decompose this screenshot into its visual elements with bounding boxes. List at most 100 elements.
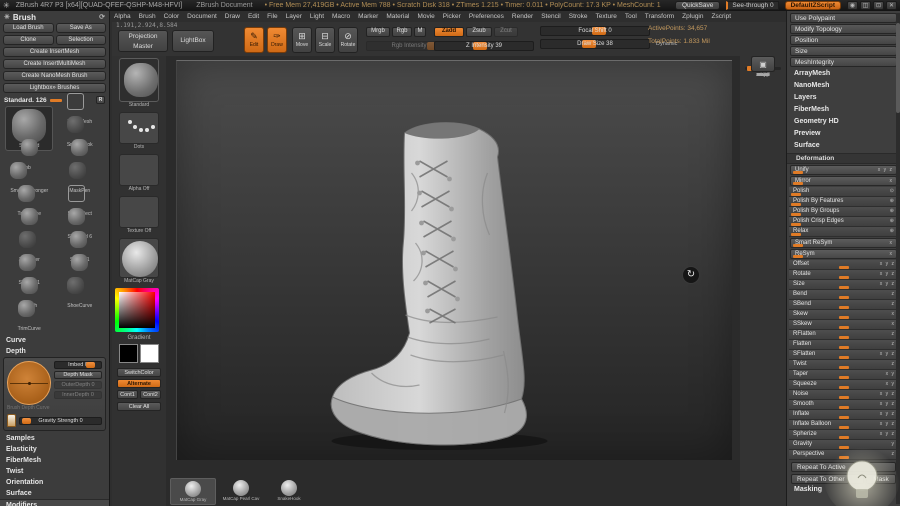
deformation-row[interactable]: Mirror x	[790, 176, 897, 186]
menu-item[interactable]: Document	[187, 13, 217, 20]
texture-thumbnail[interactable]	[119, 196, 159, 228]
slider-handle[interactable]	[839, 326, 849, 329]
clone-button[interactable]: Clone	[3, 35, 54, 45]
slider-handle[interactable]	[839, 456, 849, 459]
gravity-strength-slider[interactable]: Gravity Strength 0	[19, 417, 102, 425]
default-zscript-button[interactable]: DefaultZScript	[785, 1, 841, 10]
brush-section-header[interactable]: Twist	[0, 466, 109, 477]
axis-toggles[interactable]: z	[892, 361, 896, 367]
tool-section-header[interactable]: FiberMesh	[787, 104, 900, 116]
deformation-row[interactable]: SBend z	[789, 300, 898, 310]
menu-item[interactable]: Tool	[625, 13, 637, 20]
deformation-row[interactable]: Smooth x y z	[789, 400, 898, 410]
tool-panel-button[interactable]: Size	[790, 46, 897, 56]
deformation-row[interactable]: SFlatten x y z	[789, 350, 898, 360]
tool-section-header[interactable]: ArrayMesh	[787, 68, 900, 80]
quicksave-button[interactable]: QuickSave	[675, 1, 720, 10]
slider-handle[interactable]	[793, 171, 803, 174]
r-button[interactable]: R	[96, 96, 105, 104]
current-brush-thumbnail[interactable]	[119, 58, 159, 102]
brush-section-header[interactable]: Surface	[0, 488, 109, 499]
axis-toggles[interactable]: x	[890, 251, 894, 257]
main-color-swatch[interactable]	[119, 344, 138, 363]
axis-toggles[interactable]: ⊕	[890, 228, 895, 234]
menu-item[interactable]: Texture	[596, 13, 617, 20]
brush-slider-handle[interactable]	[50, 99, 62, 102]
menu-item[interactable]: Edit	[248, 13, 259, 20]
secondary-color-swatch[interactable]	[140, 344, 159, 363]
menu-item[interactable]: Marker	[358, 13, 378, 20]
axis-toggles[interactable]: ⊕	[890, 198, 895, 204]
deformation-row[interactable]: Perspective z	[789, 450, 898, 460]
brush-item[interactable]: TrimCurve	[5, 312, 54, 335]
slider-handle[interactable]	[791, 203, 801, 206]
tray-item[interactable]: MatCap Gray	[170, 478, 216, 505]
masking-header[interactable]: Masking	[787, 484, 900, 496]
axis-toggles[interactable]: x y z	[880, 351, 895, 357]
section-depth[interactable]: Depth	[0, 346, 109, 357]
axis-toggles[interactable]: z	[892, 341, 896, 347]
m-button[interactable]: M	[414, 27, 426, 37]
slider-handle[interactable]	[839, 296, 849, 299]
switchcolor-button[interactable]: SwitchColor	[117, 368, 161, 377]
menu-item[interactable]: Material	[386, 13, 409, 20]
draw-button[interactable]: ✑ Draw	[267, 27, 287, 53]
slider-handle[interactable]	[839, 346, 849, 349]
tool-section-header[interactable]: Preview	[787, 128, 900, 140]
slider-handle[interactable]	[839, 426, 849, 429]
slider-handle[interactable]	[839, 406, 849, 409]
axis-toggles[interactable]: z	[892, 451, 896, 457]
menu-item[interactable]: Brush	[139, 13, 156, 20]
tool-section-header[interactable]: NanoMesh	[787, 80, 900, 92]
deformation-row[interactable]: Spherize x y z	[789, 430, 898, 440]
edit-button[interactable]: ✎ Edit	[244, 27, 264, 53]
imbed-slider[interactable]: Imbed 0	[54, 361, 102, 369]
deformation-row[interactable]: Flatten z	[789, 340, 898, 350]
menu-item[interactable]: Picker	[443, 13, 461, 20]
tool-panel-button[interactable]: MeshIntegrity	[790, 57, 897, 67]
slider-handle[interactable]	[839, 266, 849, 269]
axis-toggles[interactable]: ⊕	[890, 208, 895, 214]
replay-icon[interactable]: ↻	[682, 266, 700, 284]
deformation-row[interactable]: Relax ⊕	[789, 227, 898, 237]
axis-toggles[interactable]: y	[892, 441, 896, 447]
deformation-row[interactable]: Taper x y	[789, 370, 898, 380]
zsub-button[interactable]: Zsub	[466, 27, 492, 37]
zcut-button[interactable]: Zcut	[494, 27, 518, 37]
deformation-row[interactable]: Bend z	[789, 290, 898, 300]
document-viewport[interactable]: ↻	[176, 60, 732, 460]
axis-toggles[interactable]: x y z	[878, 167, 893, 173]
deformation-row[interactable]: Size x y z	[789, 280, 898, 290]
menu-item[interactable]: Transform	[645, 13, 674, 20]
menu-item[interactable]: Color	[164, 13, 180, 20]
refresh-icon[interactable]: ⟳	[99, 13, 105, 21]
slider-handle[interactable]	[839, 376, 849, 379]
slider-handle[interactable]	[791, 233, 801, 236]
projection-master-button[interactable]: Projection Master	[118, 30, 168, 52]
create-insertmesh-button[interactable]: Create InsertMesh	[3, 47, 106, 57]
menu-item[interactable]: Macro	[332, 13, 350, 20]
rotate-button[interactable]: ⊘ Rotate	[338, 27, 358, 53]
axis-toggles[interactable]: ⊙	[890, 188, 895, 194]
draw-size-slider[interactable]: Draw Size 38	[540, 39, 650, 49]
brush-section-header[interactable]: Orientation	[0, 477, 109, 488]
deformation-row[interactable]: Rotate x y z	[789, 270, 898, 280]
deformation-row[interactable]: Polish ⊙	[789, 187, 898, 197]
tray-item[interactable]: MatCap Pearl Cav	[218, 478, 264, 505]
brush-section-header[interactable]: FiberMesh	[0, 455, 109, 466]
modifiers-header[interactable]: Modifiers	[0, 499, 109, 506]
menu-item[interactable]: Stencil	[541, 13, 561, 20]
menu-item[interactable]: Zplugin	[682, 13, 703, 20]
stroke-thumbnail[interactable]	[119, 112, 159, 144]
shelf-tool[interactable]: ▣ Frame	[748, 56, 778, 77]
slider-handle[interactable]	[839, 416, 849, 419]
tool-panel-button[interactable]: Position	[790, 35, 897, 45]
axis-toggles[interactable]: x y	[886, 381, 895, 387]
load-brush-button[interactable]: Load Brush	[3, 23, 54, 33]
cont1-button[interactable]: Cont1	[117, 390, 138, 399]
lightbox-brushes-button[interactable]: Lightbox» Brushes	[3, 83, 106, 93]
material-thumbnail[interactable]	[119, 238, 159, 278]
deformation-row[interactable]: Skew x	[789, 310, 898, 320]
menu-item[interactable]: Zscript	[712, 13, 732, 20]
alternate-button[interactable]: Alternate	[117, 379, 161, 388]
